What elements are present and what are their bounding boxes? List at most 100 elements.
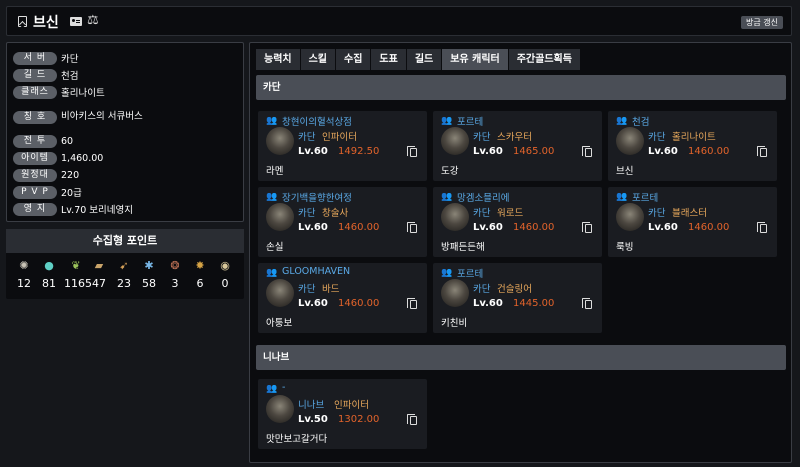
class-name: 스카우터 [497, 132, 532, 143]
guild-name: 망겜소믈리에 [457, 193, 510, 204]
guild-members-icon: 👥 [266, 116, 278, 126]
item-level: 1492.50 [338, 146, 380, 157]
info-row-combat: 전 투 60 [13, 134, 73, 148]
item-level: 1460.00 [338, 222, 380, 233]
guild-name: 포르테 [457, 269, 484, 280]
character-avatar [441, 279, 469, 307]
copy-icon[interactable] [407, 146, 417, 157]
profile-header: 브신 ⚖ 방금 갱신 [6, 6, 792, 36]
guild-name: GLOOMHAVEN [282, 266, 351, 277]
server-name: 카단 [473, 208, 491, 219]
collectible-points-panel: 수집형 포인트 ✺ 12 ● 81 ❦ 1165 ▰ 47 ➹ 23 ✱ 58 … [6, 229, 244, 299]
server-name: 카단 [298, 208, 316, 219]
main-panel: 능력치 스킬 수집 도표 길드 보유 캐릭터 주간골드획득 카단 👥 창현이의혈… [249, 42, 792, 463]
tab-stats[interactable]: 능력치 [256, 49, 300, 70]
collect-item[interactable]: ▰ 47 [87, 259, 111, 290]
character-avatar [266, 127, 294, 155]
info-label: 클래스 [13, 85, 57, 99]
collect-item[interactable]: ✺ 12 [12, 259, 36, 290]
item-level: 1460.00 [688, 222, 730, 233]
info-row-estate: 영 지 Lv.70 보리네영지 [13, 202, 133, 216]
guild-name: - [282, 382, 286, 393]
character-avatar [616, 203, 644, 231]
info-value: 홀리나이트 [61, 88, 105, 99]
tab-collection[interactable]: 수집 [336, 49, 371, 70]
copy-icon[interactable] [582, 298, 592, 309]
character-name: 방패든든해 [441, 242, 485, 253]
info-value: 비아키스의 서큐버스 [61, 111, 143, 122]
class-name: 인파이터 [322, 132, 357, 143]
tab-owned-characters[interactable]: 보유 캐릭터 [442, 49, 508, 70]
class-name: 워로드 [497, 208, 524, 219]
tab-chart[interactable]: 도표 [371, 49, 406, 70]
collect-item[interactable]: ✸ 6 [188, 259, 212, 290]
id-card-icon[interactable] [70, 17, 82, 26]
copy-icon[interactable] [407, 414, 417, 425]
guild-members-icon: 👥 [441, 116, 453, 126]
info-value: 카단 [61, 54, 79, 65]
collect-item[interactable]: ✱ 58 [137, 259, 161, 290]
server-name: 카단 [648, 208, 666, 219]
collect-item[interactable]: ❂ 3 [163, 259, 187, 290]
guild-name: 창현이의혈석상점 [282, 117, 352, 128]
copy-icon[interactable] [582, 146, 592, 157]
info-row-class: 클래스 홀리나이트 [13, 85, 105, 99]
collect-item[interactable]: ❦ 1165 [64, 259, 92, 290]
character-level: Lv.60 [473, 298, 503, 309]
collect-value: 47 [92, 277, 106, 290]
character-card[interactable]: 👥 - 니나브 인파이터 Lv.50 1302.00 맛만보고갈거다 [258, 379, 427, 449]
server-name: 카단 [298, 284, 316, 295]
server-name: 카단 [648, 132, 666, 143]
item-level: 1460.00 [338, 298, 380, 309]
copy-icon[interactable] [757, 146, 767, 157]
bookmark-icon[interactable] [18, 16, 27, 27]
copy-icon[interactable] [407, 298, 417, 309]
character-name: 맛만보고갈거다 [266, 434, 328, 445]
character-avatar [266, 395, 294, 423]
info-label: 칭 호 [13, 110, 57, 124]
collect-item[interactable]: ● 81 [37, 259, 61, 290]
scale-icon[interactable]: ⚖ [87, 14, 99, 28]
collect-item[interactable]: ➹ 23 [112, 259, 136, 290]
info-row-guild: 길 드 천검 [13, 68, 78, 82]
giant-heart-icon: ❦ [71, 259, 81, 272]
tab-guild[interactable]: 길드 [406, 49, 442, 70]
character-card[interactable]: 👥 천검 카단 홀리나이트 Lv.60 1460.00 브신 [608, 111, 777, 181]
class-name: 블래스터 [672, 208, 707, 219]
guild-name: 천검 [632, 117, 650, 128]
tab-bar: 능력치 스킬 수집 도표 길드 보유 캐릭터 주간골드획득 [256, 49, 581, 70]
character-info-panel: 서 버 카단 길 드 천검 클래스 홀리나이트 칭 호 비아키스의 서큐버스 전… [6, 42, 244, 222]
collect-item[interactable]: ◉ 0 [213, 259, 237, 290]
orpheus-star-icon: ● [44, 259, 54, 272]
copy-icon[interactable] [582, 222, 592, 233]
character-card[interactable]: 👥 창현이의혈석상점 카단 인파이터 Lv.60 1492.50 라멘 [258, 111, 427, 181]
guild-name: 포르테 [632, 193, 659, 204]
server-name: 니나브 [298, 400, 325, 411]
class-name: 창술사 [322, 208, 349, 219]
copy-icon[interactable] [407, 222, 417, 233]
server-name: 카단 [473, 132, 491, 143]
character-card[interactable]: 👥 포르테 카단 블래스터 Lv.60 1460.00 룩빙 [608, 187, 777, 257]
character-name: 도강 [441, 166, 459, 177]
ignea-token-icon: ◉ [220, 259, 230, 272]
tab-skills[interactable]: 스킬 [300, 49, 336, 70]
info-value: 60 [61, 135, 74, 147]
refresh-button[interactable]: 방금 갱신 [741, 16, 783, 29]
collect-value: 58 [142, 277, 156, 290]
info-label: 전 투 [13, 134, 57, 148]
character-card[interactable]: 👥 망겜소믈리에 카단 워로드 Lv.60 1460.00 방패든든해 [433, 187, 602, 257]
character-card[interactable]: 👥 포르테 카단 건슬링어 Lv.60 1445.00 키친비 [433, 263, 602, 333]
guild-members-icon: 👥 [266, 384, 278, 394]
character-card[interactable]: 👥 장기백을향한여정 카단 창술사 Lv.60 1460.00 손실 [258, 187, 427, 257]
character-card[interactable]: 👥 포르테 카단 스카우터 Lv.60 1465.00 도강 [433, 111, 602, 181]
info-row-title: 칭 호 비아키스의 서큐버스 [13, 104, 151, 130]
voyage-icon: ➹ [119, 259, 129, 272]
mokoko-seed-icon: ❂ [170, 259, 180, 272]
tab-weekly-gold[interactable]: 주간골드획득 [508, 49, 580, 70]
character-name: 브신 [616, 166, 634, 177]
info-row-expedition: 원정대 220 [13, 168, 79, 182]
character-card[interactable]: 👥 GLOOMHAVEN 카단 바드 Lv.60 1460.00 아퉁보 [258, 263, 427, 333]
copy-icon[interactable] [757, 222, 767, 233]
character-name: 아퉁보 [266, 318, 293, 329]
character-level: Lv.60 [473, 222, 503, 233]
